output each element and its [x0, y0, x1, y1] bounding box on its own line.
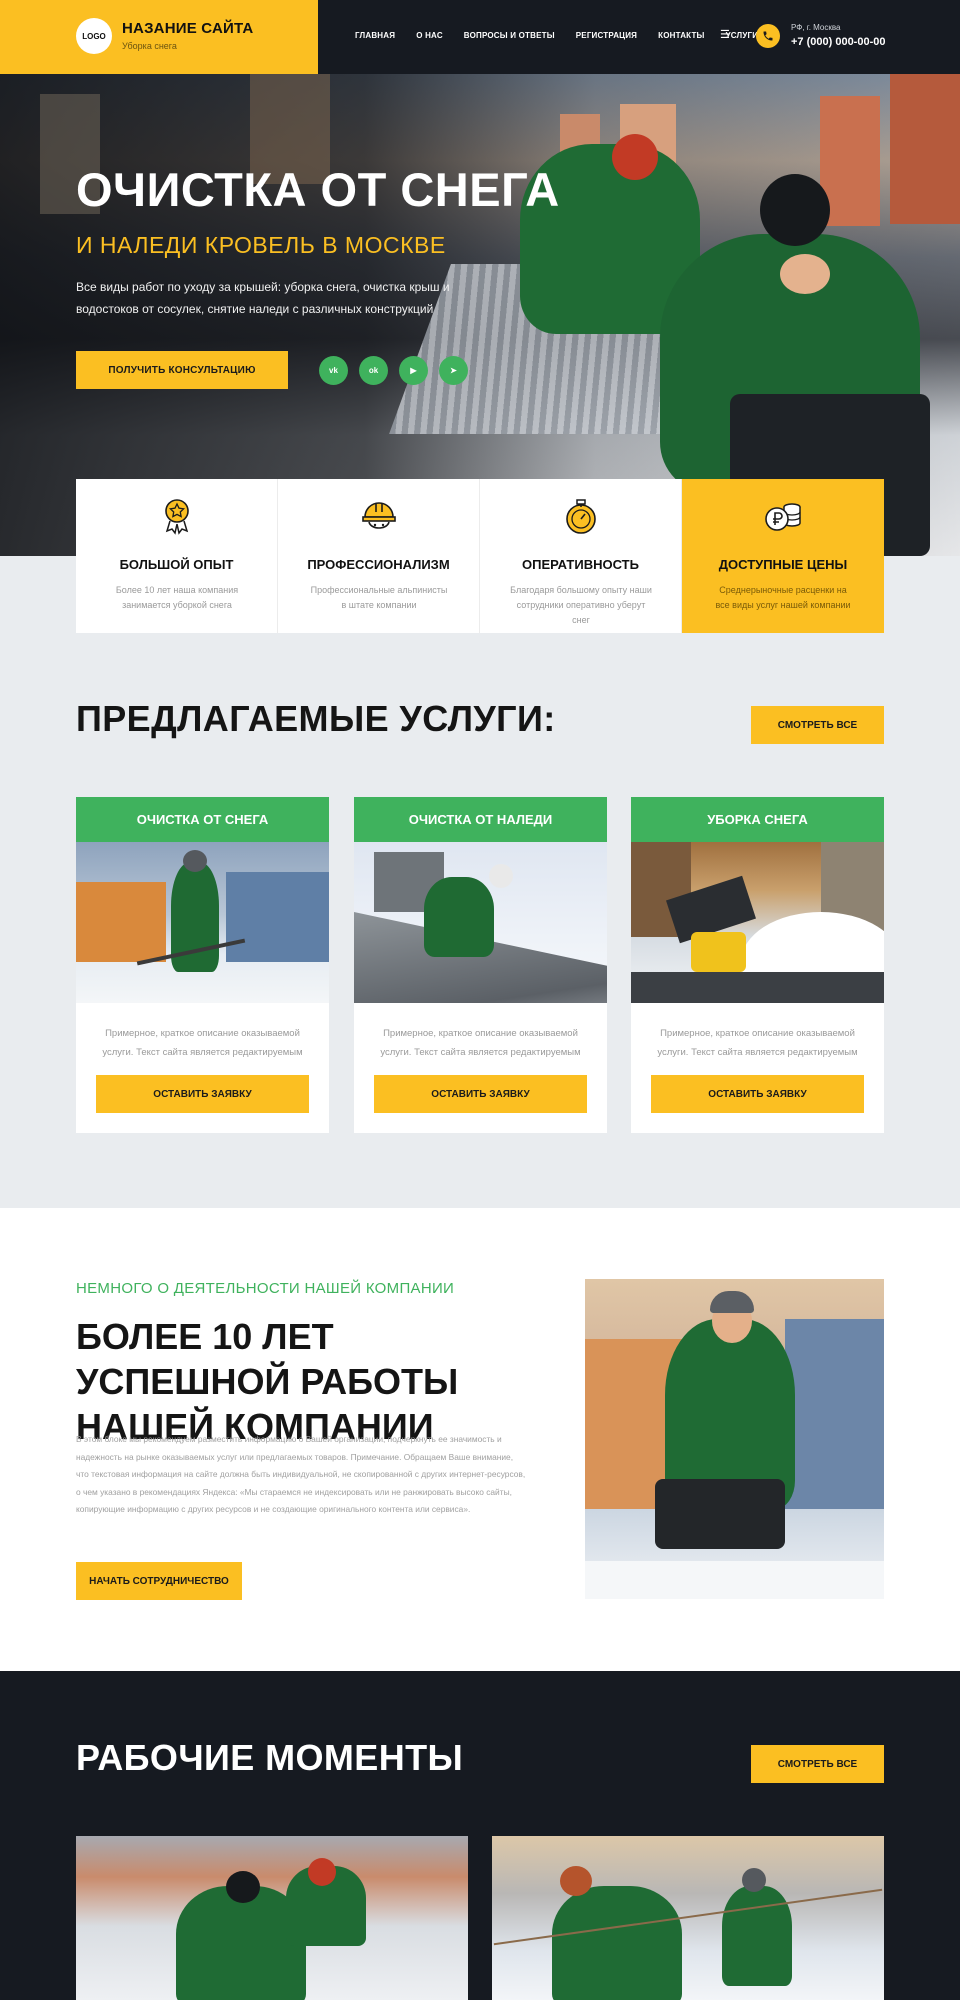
telegram-icon[interactable]: ➤	[439, 356, 468, 385]
feature-text: Среднерыночные расценки на все виды услу…	[715, 585, 851, 610]
site-name: НАЗАНИЕ САЙТА	[122, 20, 254, 37]
photo-snow	[585, 1561, 884, 1599]
photo-road	[631, 972, 884, 1003]
service-card-text: Примерное, краткое описание оказываемой …	[657, 1028, 858, 1058]
photo-worker-hat	[710, 1291, 754, 1313]
work-moments-section: РАБОЧИЕ МОМЕНТЫ СМОТРЕТЬ ВСЕ	[0, 1671, 960, 2000]
about-section: НЕМНОГО О ДЕЯТЕЛЬНОСТИ НАШЕЙ КОМПАНИИ БО…	[0, 1208, 960, 1671]
service-card-snow: ОЧИСТКА ОТ СНЕГА Примерное, краткое опис…	[76, 797, 329, 1133]
phone-icon[interactable]	[756, 24, 780, 48]
photo-bg-building	[76, 882, 166, 962]
feature-text: Профессиональные альпинисты в штате комп…	[310, 585, 448, 610]
award-icon	[165, 499, 189, 535]
photo-worker-hat	[183, 850, 207, 872]
feature-title: ДОСТУПНЫЕ ЦЕНЫ	[718, 557, 848, 572]
nav-registration[interactable]: РЕГИСТРАЦИЯ	[576, 31, 637, 40]
photo-worker-legs	[655, 1479, 785, 1549]
hero-worker-hat	[612, 134, 658, 180]
photo-loader	[691, 932, 746, 972]
ruble-coins-icon	[765, 503, 801, 531]
photo-worker-helmet	[489, 864, 513, 888]
nav-contacts[interactable]: КОНТАКТЫ	[658, 31, 704, 40]
service-photo-snow[interactable]	[76, 842, 329, 1003]
logo[interactable]: LOGO	[76, 18, 112, 54]
photo-bg-building	[785, 1319, 884, 1509]
photo-worker	[424, 877, 494, 957]
order-button[interactable]: ОСТАВИТЬ ЗАЯВКУ	[96, 1075, 309, 1113]
features-row: БОЛЬШОЙ ОПЫТ Более 10 лет наша компания …	[76, 479, 884, 633]
hero-worker-hat	[760, 174, 830, 246]
photo-worker-hat	[226, 1871, 260, 1903]
feature-prices: ДОСТУПНЫЕ ЦЕНЫ Среднерыночные расценки н…	[682, 479, 884, 633]
feature-title: ПРОФЕССИОНАЛИЗМ	[307, 557, 450, 572]
services-see-all-button[interactable]: СМОТРЕТЬ ВСЕ	[751, 706, 884, 744]
about-kicker: НЕМНОГО О ДЕЯТЕЛЬНОСТИ НАШЕЙ КОМПАНИИ	[76, 1280, 455, 1297]
phone-city: РФ, г. Москва	[791, 23, 841, 32]
feature-title: ОПЕРАТИВНОСТЬ	[522, 557, 639, 572]
photo-worker-hat	[560, 1866, 592, 1896]
nav-about[interactable]: О НАС	[416, 31, 443, 40]
feature-text: Благодаря большому опыту наши сотрудники…	[510, 585, 652, 625]
nav-home[interactable]: ГЛАВНАЯ	[355, 31, 395, 40]
about-photo	[585, 1279, 884, 1599]
feature-professionalism: ПРОФЕССИОНАЛИЗМ Профессиональные альпини…	[278, 479, 480, 633]
odnoklassniki-icon[interactable]: ok	[359, 356, 388, 385]
service-photo-cleanup[interactable]	[631, 842, 884, 1003]
vk-icon[interactable]: vk	[319, 356, 348, 385]
main-nav: ГЛАВНАЯ О НАС ВОПРОСЫ И ОТВЕТЫ РЕГИСТРАЦ…	[355, 31, 779, 40]
social-links: vk ok ▶ ➤	[319, 356, 468, 385]
service-card-title[interactable]: ОЧИСТКА ОТ СНЕГА	[76, 797, 329, 842]
menu-icon[interactable]: ☰	[720, 30, 730, 41]
photo-rope	[493, 1888, 883, 1946]
site-header: LOGO НАЗАНИЕ САЙТА Уборка снега ГЛАВНАЯ …	[0, 0, 960, 74]
photo-worker	[722, 1886, 792, 1986]
nav-faq[interactable]: ВОПРОСЫ И ОТВЕТЫ	[464, 31, 555, 40]
service-card-title[interactable]: ОЧИСТКА ОТ НАЛЕДИ	[354, 797, 607, 842]
hero-bg-building	[890, 74, 960, 224]
stopwatch-icon	[566, 499, 596, 534]
service-card-ice: ОЧИСТКА ОТ НАЛЕДИ Примерное, краткое опи…	[354, 797, 607, 1133]
work-moments-title: РАБОЧИЕ МОМЕНТЫ	[76, 1737, 464, 1778]
hero-subtitle: И НАЛЕДИ КРОВЕЛЬ В МОСКВЕ	[76, 232, 446, 258]
hero-title: ОЧИСТКА ОТ СНЕГА	[76, 163, 560, 216]
consultation-button[interactable]: ПОЛУЧИТЬ КОНСУЛЬТАЦИЮ	[76, 351, 288, 389]
site-tagline: Уборка снега	[122, 41, 177, 51]
order-button[interactable]: ОСТАВИТЬ ЗАЯВКУ	[374, 1075, 587, 1113]
photo-worker-hat	[308, 1858, 336, 1886]
about-title: БОЛЕЕ 10 ЛЕТ УСПЕШНОЙ РАБОТЫ НАШЕЙ КОМПА…	[76, 1316, 459, 1447]
about-text: В этом блоке мы рекомендуем разместить и…	[76, 1434, 526, 1514]
photo-worker	[552, 1886, 682, 2000]
nav-services[interactable]: УСЛУГИ	[726, 31, 759, 40]
photo-bg-building	[226, 872, 329, 962]
feature-speed: ОПЕРАТИВНОСТЬ Благодаря большому опыту н…	[480, 479, 682, 633]
service-photo-ice[interactable]	[354, 842, 607, 1003]
services-title: ПРЕДЛАГАЕМЫЕ УСЛУГИ:	[76, 698, 556, 739]
work-photo-2[interactable]	[492, 1836, 884, 2000]
phone-number[interactable]: +7 (000) 000-00-00	[791, 36, 885, 48]
start-cooperation-button[interactable]: НАЧАТЬ СОТРУДНИЧЕСТВО	[76, 1562, 242, 1600]
photo-worker-hat	[742, 1868, 766, 1892]
feature-text: Более 10 лет наша компания занимается уб…	[115, 585, 239, 610]
order-button[interactable]: ОСТАВИТЬ ЗАЯВКУ	[651, 1075, 864, 1113]
work-photo-1[interactable]	[76, 1836, 468, 2000]
youtube-icon[interactable]: ▶	[399, 356, 428, 385]
works-see-all-button[interactable]: СМОТРЕТЬ ВСЕ	[751, 1745, 884, 1783]
hero-worker-face	[780, 254, 830, 294]
hero-description: Все виды работ по уходу за крышей: уборк…	[76, 280, 450, 316]
feature-title: БОЛЬШОЙ ОПЫТ	[119, 557, 234, 572]
feature-experience: БОЛЬШОЙ ОПЫТ Более 10 лет наша компания …	[76, 479, 278, 633]
service-card-cleanup: УБОРКА СНЕГА Примерное, краткое описание…	[631, 797, 884, 1133]
service-card-title[interactable]: УБОРКА СНЕГА	[631, 797, 884, 842]
service-card-text: Примерное, краткое описание оказываемой …	[102, 1028, 303, 1058]
helmet-icon	[362, 502, 396, 529]
service-card-text: Примерное, краткое описание оказываемой …	[380, 1028, 581, 1058]
brand-block: LOGO НАЗАНИЕ САЙТА Уборка снега	[0, 0, 318, 74]
